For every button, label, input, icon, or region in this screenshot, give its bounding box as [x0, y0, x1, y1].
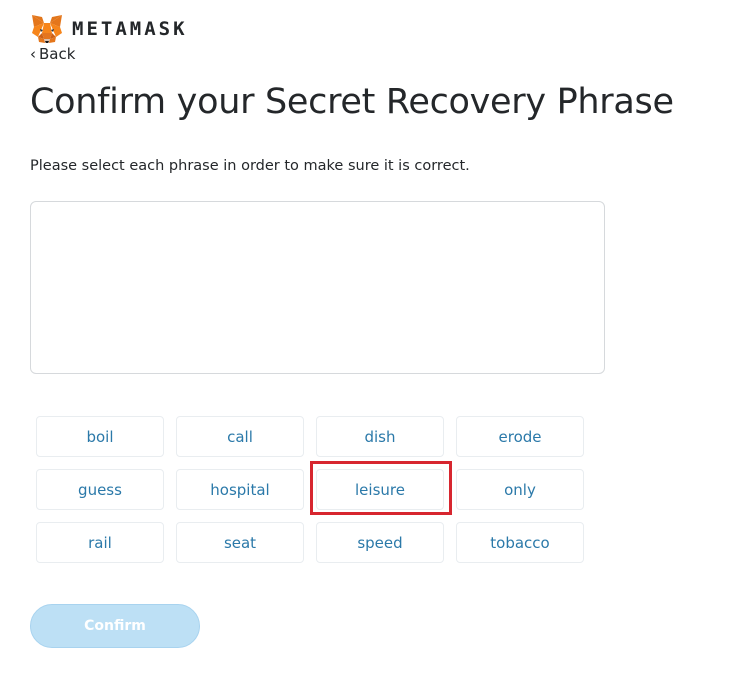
word-label: boil [86, 427, 114, 446]
word-button-tobacco[interactable]: tobacco [456, 522, 584, 563]
word-button-speed[interactable]: speed [316, 522, 444, 563]
page: METAMASK ‹ Back Confirm your Secret Reco… [0, 0, 744, 681]
metamask-fox-icon [32, 15, 62, 43]
word-button-call[interactable]: call [176, 416, 304, 457]
word-button-seat[interactable]: seat [176, 522, 304, 563]
confirm-button[interactable]: Confirm [30, 604, 200, 648]
word-label: only [504, 480, 536, 499]
word-label: seat [223, 533, 257, 552]
word-button-boil[interactable]: boil [36, 416, 164, 457]
word-button-leisure[interactable]: leisure [316, 469, 444, 510]
word-button-hospital[interactable]: hospital [176, 469, 304, 510]
back-link[interactable]: ‹ Back [30, 45, 75, 63]
word-label: dish [364, 427, 396, 446]
word-label: hospital [210, 480, 270, 499]
word-button-rail[interactable]: rail [36, 522, 164, 563]
brand-wordmark: METAMASK [72, 18, 188, 40]
brand-header: METAMASK [30, 13, 188, 45]
word-label: call [227, 427, 253, 446]
word-label: rail [88, 533, 112, 552]
word-label: leisure [355, 480, 405, 499]
word-button-only[interactable]: only [456, 469, 584, 510]
page-title: Confirm your Secret Recovery Phrase [30, 82, 674, 122]
selected-phrase-area[interactable] [30, 201, 605, 374]
word-button-erode[interactable]: erode [456, 416, 584, 457]
word-label: erode [498, 427, 542, 446]
word-button-dish[interactable]: dish [316, 416, 444, 457]
page-subtitle: Please select each phrase in order to ma… [30, 158, 470, 174]
chevron-left-icon: ‹ [30, 45, 36, 63]
word-button-guess[interactable]: guess [36, 469, 164, 510]
word-label: speed [357, 533, 403, 552]
word-label: tobacco [490, 533, 550, 552]
word-button-grid: boil call dish erode guess hospital leis… [36, 416, 584, 563]
word-label: guess [78, 480, 122, 499]
back-label: Back [39, 45, 76, 63]
